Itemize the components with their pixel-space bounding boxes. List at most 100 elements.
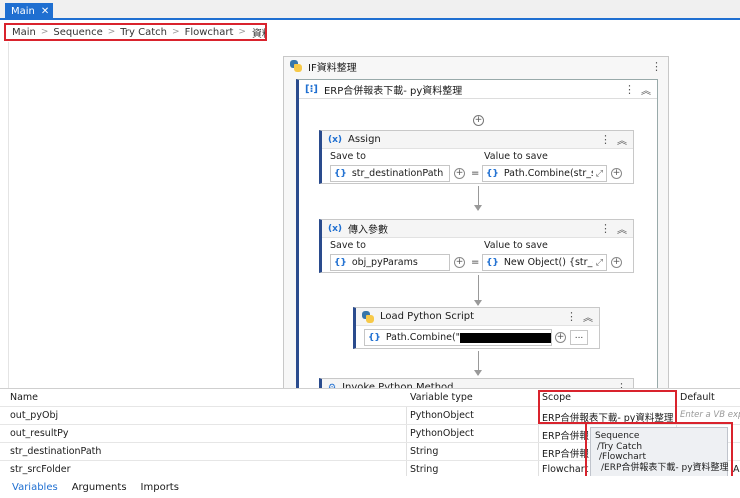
equals-sign: = — [471, 168, 480, 179]
more-options-icon[interactable]: ⋮ — [651, 60, 662, 73]
expand-icon[interactable]: ⤢ — [596, 258, 603, 268]
tab-imports[interactable]: Imports — [141, 482, 179, 493]
tab-main[interactable]: Main ✕ — [5, 3, 53, 20]
value-to-save-label: Value to save — [484, 240, 548, 251]
save-to-field[interactable]: {} str_destinationPath — [330, 165, 450, 182]
collapse-icon[interactable]: ︽ — [617, 132, 627, 147]
sequence-activity[interactable]: [⁝] ERP合併報表下載- py資料整理 ⋮ ︽ + (x) Assign ⋮… — [296, 79, 658, 398]
chevron-right-icon: > — [238, 27, 246, 37]
python-icon — [362, 310, 374, 323]
header-variable-type[interactable]: Variable type — [410, 392, 535, 403]
more-options-icon[interactable]: ⋮ — [624, 83, 635, 96]
variable-type[interactable]: PythonObject — [410, 410, 535, 421]
variable-icon: (x) — [328, 223, 343, 234]
assign-body: Save to Value to save {} str_destination… — [322, 149, 633, 183]
braces-icon: {} — [486, 168, 499, 179]
save-to-value: str_destinationPath — [351, 168, 444, 179]
param-title: 傳入參數 — [348, 225, 389, 236]
more-options-icon[interactable]: ⋮ — [600, 222, 611, 235]
breadcrumb-item-try-catch[interactable]: Try Catch — [120, 27, 167, 38]
assign-activity[interactable]: (x) Assign ⋮ ︽ Save to Value to save {} … — [319, 130, 634, 184]
load-python-script-activity[interactable]: Load Python Script ⋮ ︽ {} Path.Combine("… — [353, 307, 600, 349]
sequence-header: [⁝] ERP合併報表下載- py資料整理 ⋮ ︽ — [299, 80, 657, 99]
chevron-right-icon: > — [172, 27, 180, 37]
value-to-save-value: Path.Combine(str_src — [503, 168, 593, 179]
equals-sign: = — [471, 257, 480, 268]
variable-default[interactable]: Enter a VB expr — [680, 410, 740, 420]
braces-icon: {} — [334, 257, 347, 268]
breadcrumb-item-sequence[interactable]: Sequence — [53, 27, 102, 38]
panel-tabs: Variables Arguments Imports — [0, 476, 740, 498]
save-to-field[interactable]: {} obj_pyParams — [330, 254, 450, 271]
variable-default[interactable]: A — [733, 464, 740, 475]
collapse-icon[interactable]: ︽ — [641, 82, 651, 97]
script-path-field[interactable]: {} Path.Combine(" — [364, 329, 552, 346]
param-body: Save to Value to save {} obj_pyParams + … — [322, 238, 633, 272]
collapse-icon[interactable]: ︽ — [583, 309, 593, 324]
breadcrumb-item-flowchart[interactable]: Flowchart — [185, 27, 234, 38]
assign-title: Assign — [348, 134, 381, 145]
braces-icon: {} — [486, 257, 499, 268]
more-options-icon[interactable]: ⋮ — [600, 133, 611, 146]
save-to-label: Save to — [330, 151, 366, 162]
script-path-value: Path.Combine(" — [385, 332, 461, 343]
variable-name[interactable]: out_resultPy — [10, 428, 405, 439]
header-name[interactable]: Name — [10, 392, 405, 403]
add-icon[interactable]: + — [555, 332, 566, 343]
breadcrumb-bar: Main > Sequence > Try Catch > Flowchart … — [0, 22, 740, 42]
add-icon[interactable]: + — [611, 168, 622, 179]
chevron-right-icon: > — [40, 27, 49, 37]
connector-arrow — [474, 186, 482, 211]
tooltip-line: /ERP合併報表下載- py資料整理 — [601, 462, 729, 473]
breadcrumb: Main > Sequence > Try Catch > Flowchart … — [4, 23, 267, 41]
variable-type[interactable]: String — [410, 446, 535, 457]
save-to-label: Save to — [330, 240, 366, 251]
tab-main-label: Main — [11, 6, 35, 17]
more-options-icon[interactable]: ⋮ — [566, 310, 577, 323]
python-icon — [290, 60, 302, 72]
variable-name[interactable]: out_pyObj — [10, 410, 405, 421]
value-to-save-field[interactable]: {} New Object() {str_des ⤢ — [482, 254, 607, 271]
if-activity[interactable]: IF資料整理 ⋮ [⁝] ERP合併報表下載- py資料整理 ⋮ ︽ + (x)… — [283, 56, 669, 398]
variable-name[interactable]: str_destinationPath — [10, 446, 405, 457]
variable-type[interactable]: String — [410, 464, 535, 475]
collapse-icon[interactable]: ︽ — [617, 221, 627, 236]
add-icon[interactable]: + — [611, 257, 622, 268]
expand-icon[interactable]: ⤢ — [596, 169, 603, 179]
add-activity-icon[interactable]: + — [473, 115, 484, 126]
connector-arrow — [474, 351, 482, 376]
header-default[interactable]: Default — [680, 392, 740, 403]
tooltip-line: Sequence — [595, 431, 640, 441]
scope-highlight-box — [538, 390, 677, 424]
variable-icon: (x) — [328, 134, 343, 145]
add-icon[interactable]: + — [454, 257, 465, 268]
load-script-header: Load Python Script ⋮ ︽ — [356, 308, 599, 326]
param-activity[interactable]: (x) 傳入參數 ⋮ ︽ Save to Value to save {} ob… — [319, 219, 634, 273]
braces-icon: {} — [334, 168, 347, 179]
variable-name[interactable]: str_srcFolder — [10, 464, 405, 475]
breadcrumb-item-main[interactable]: Main — [12, 27, 36, 38]
value-to-save-label: Value to save — [484, 151, 548, 162]
browse-button[interactable]: ... — [570, 330, 588, 345]
value-to-save-field[interactable]: {} Path.Combine(str_src ⤢ — [482, 165, 607, 182]
load-script-body: {} Path.Combine(" + ... — [356, 326, 599, 348]
tab-arguments[interactable]: Arguments — [72, 482, 127, 493]
close-icon[interactable]: ✕ — [41, 6, 49, 17]
variable-type[interactable]: PythonObject — [410, 428, 535, 439]
tab-variables[interactable]: Variables — [12, 482, 58, 493]
connector-arrow — [474, 275, 482, 306]
chevron-right-icon: > — [107, 27, 116, 37]
tooltip-line: /Flowchart — [599, 452, 646, 462]
param-header: (x) 傳入參數 ⋮ ︽ — [322, 220, 633, 238]
if-activity-header: IF資料整理 ⋮ — [284, 57, 668, 75]
designer-window: Main ✕ Main > Sequence > Try Catch > Flo… — [0, 0, 740, 498]
sequence-title: ERP合併報表下載- py資料整理 — [323, 85, 463, 97]
if-activity-title: IF資料整理 — [308, 62, 357, 74]
add-icon[interactable]: + — [454, 168, 465, 179]
breadcrumb-item-current[interactable]: 資料整理 — [252, 25, 265, 40]
redacted-block — [460, 332, 551, 343]
document-tab-strip: Main ✕ — [0, 0, 740, 20]
save-to-value: obj_pyParams — [351, 257, 418, 268]
load-script-title: Load Python Script — [380, 311, 475, 322]
tooltip-line: /Try Catch — [597, 441, 643, 452]
